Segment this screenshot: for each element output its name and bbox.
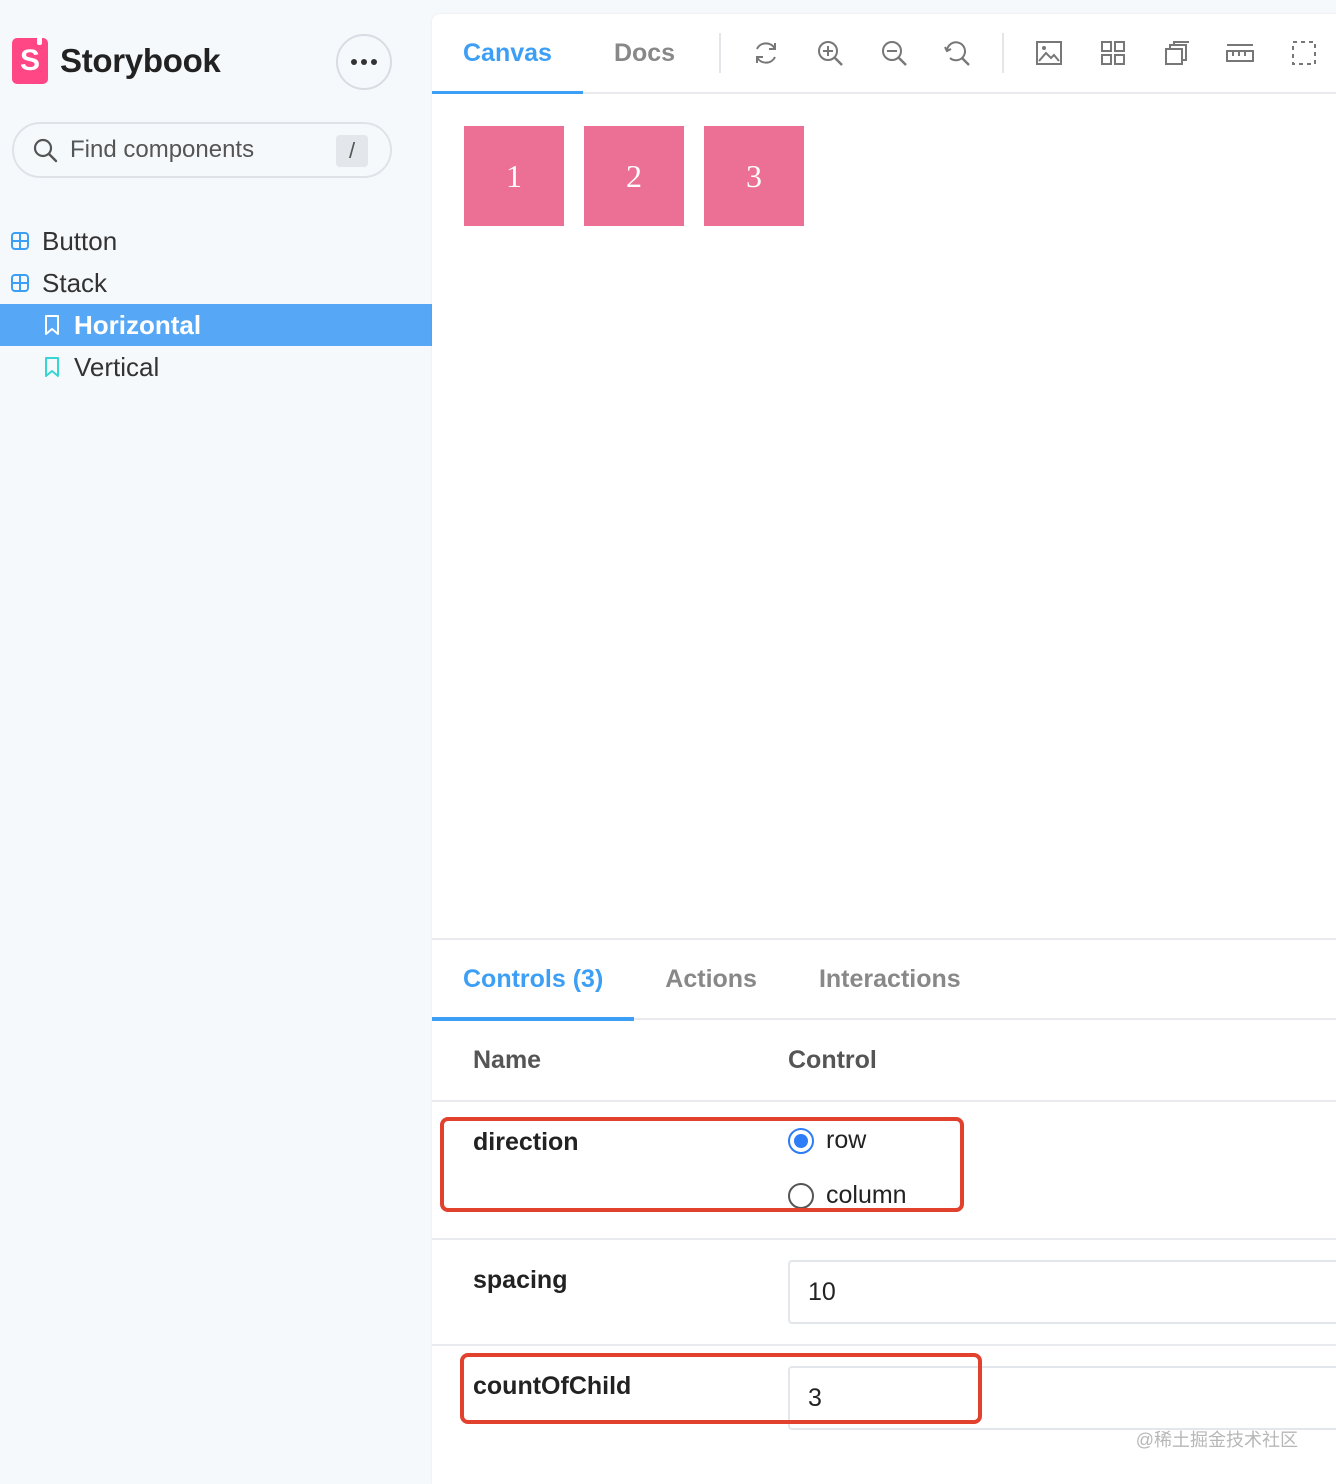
background-icon[interactable] [1017,13,1081,93]
zoom-reset-icon[interactable] [925,13,989,93]
count-of-child-input[interactable] [788,1366,1336,1430]
controls-table: Name Control direction row column spacin… [432,1020,1336,1466]
preview-toolbar: Canvas Docs [432,13,1336,95]
grid-icon[interactable] [1081,13,1145,93]
radio-label: column [826,1181,907,1209]
toolbar-divider [1002,33,1005,73]
spacing-input[interactable] [788,1260,1336,1324]
controls-table-header: Name Control [432,1020,1336,1102]
measure-icon[interactable] [1208,13,1272,93]
tab-docs[interactable]: Docs [583,13,706,93]
addons-tabs: Controls (3) Actions Interactions [432,939,1336,1021]
control-row-spacing: spacing [432,1240,1336,1346]
sidebar-item-label: Button [42,225,118,256]
sidebar-item-button[interactable]: Button [0,220,432,262]
sidebar-item-label: Horizontal [74,309,202,340]
tab-canvas[interactable]: Canvas [432,13,583,95]
brand-name: Storybook [60,42,221,79]
main-panel: Canvas Docs 1 2 3 Controls (3) Actions I… [432,14,1336,1484]
tab-interactions[interactable]: Interactions [788,939,992,1019]
ellipsis-dot [371,59,377,65]
storybook-logo-icon: S [12,35,48,84]
ellipsis-icon [351,59,357,65]
radio-button[interactable] [788,1182,814,1209]
radio-option-row[interactable]: row [788,1126,866,1155]
column-header-name: Name [473,1045,542,1074]
component-icon [10,273,30,293]
column-header-control: Control [788,1045,877,1074]
watermark: @稀土掘金技术社区 [1135,1430,1298,1450]
control-row-direction: direction row column [432,1102,1336,1240]
sidebar: S Storybook / Button Stack [0,0,432,1484]
sidebar-item-horizontal[interactable]: Horizontal [0,304,432,346]
stack-child: 2 [584,126,684,226]
ellipsis-dot [361,59,367,65]
stack-child: 1 [464,126,564,226]
component-tree: Button Stack Horizontal Vertical [0,220,432,388]
radio-button[interactable] [788,1127,814,1154]
stack-child: 3 [704,126,804,226]
prop-name: spacing [473,1266,568,1294]
tab-actions[interactable]: Actions [634,939,788,1019]
sidebar-item-vertical[interactable]: Vertical [0,346,432,388]
zoom-out-icon[interactable] [862,13,926,93]
more-menu-button[interactable] [336,34,392,90]
search-icon [33,138,58,163]
prop-name: countOfChild [473,1372,632,1400]
sidebar-item-stack[interactable]: Stack [0,262,432,304]
radio-label: row [826,1126,867,1154]
zoom-in-icon[interactable] [798,13,862,93]
bookmark-icon [42,315,62,335]
stack-horizontal: 1 2 3 [464,126,804,226]
canvas-preview: 1 2 3 [432,94,1336,940]
component-icon [10,231,30,251]
brand[interactable]: S Storybook [12,35,221,84]
reload-icon[interactable] [734,13,798,93]
search-shortcut-key: / [336,135,368,167]
search-box[interactable]: / [12,122,392,178]
sidebar-item-label: Stack [42,267,108,298]
outline-icon[interactable] [1272,13,1336,93]
prop-name: direction [473,1128,579,1156]
tab-controls[interactable]: Controls (3) [432,939,635,1021]
search-input[interactable] [70,136,320,164]
bookmark-icon [42,357,62,377]
radio-option-column[interactable]: column [788,1181,907,1210]
viewport-icon[interactable] [1145,13,1209,93]
sidebar-item-label: Vertical [74,351,160,382]
toolbar-divider [719,33,722,73]
